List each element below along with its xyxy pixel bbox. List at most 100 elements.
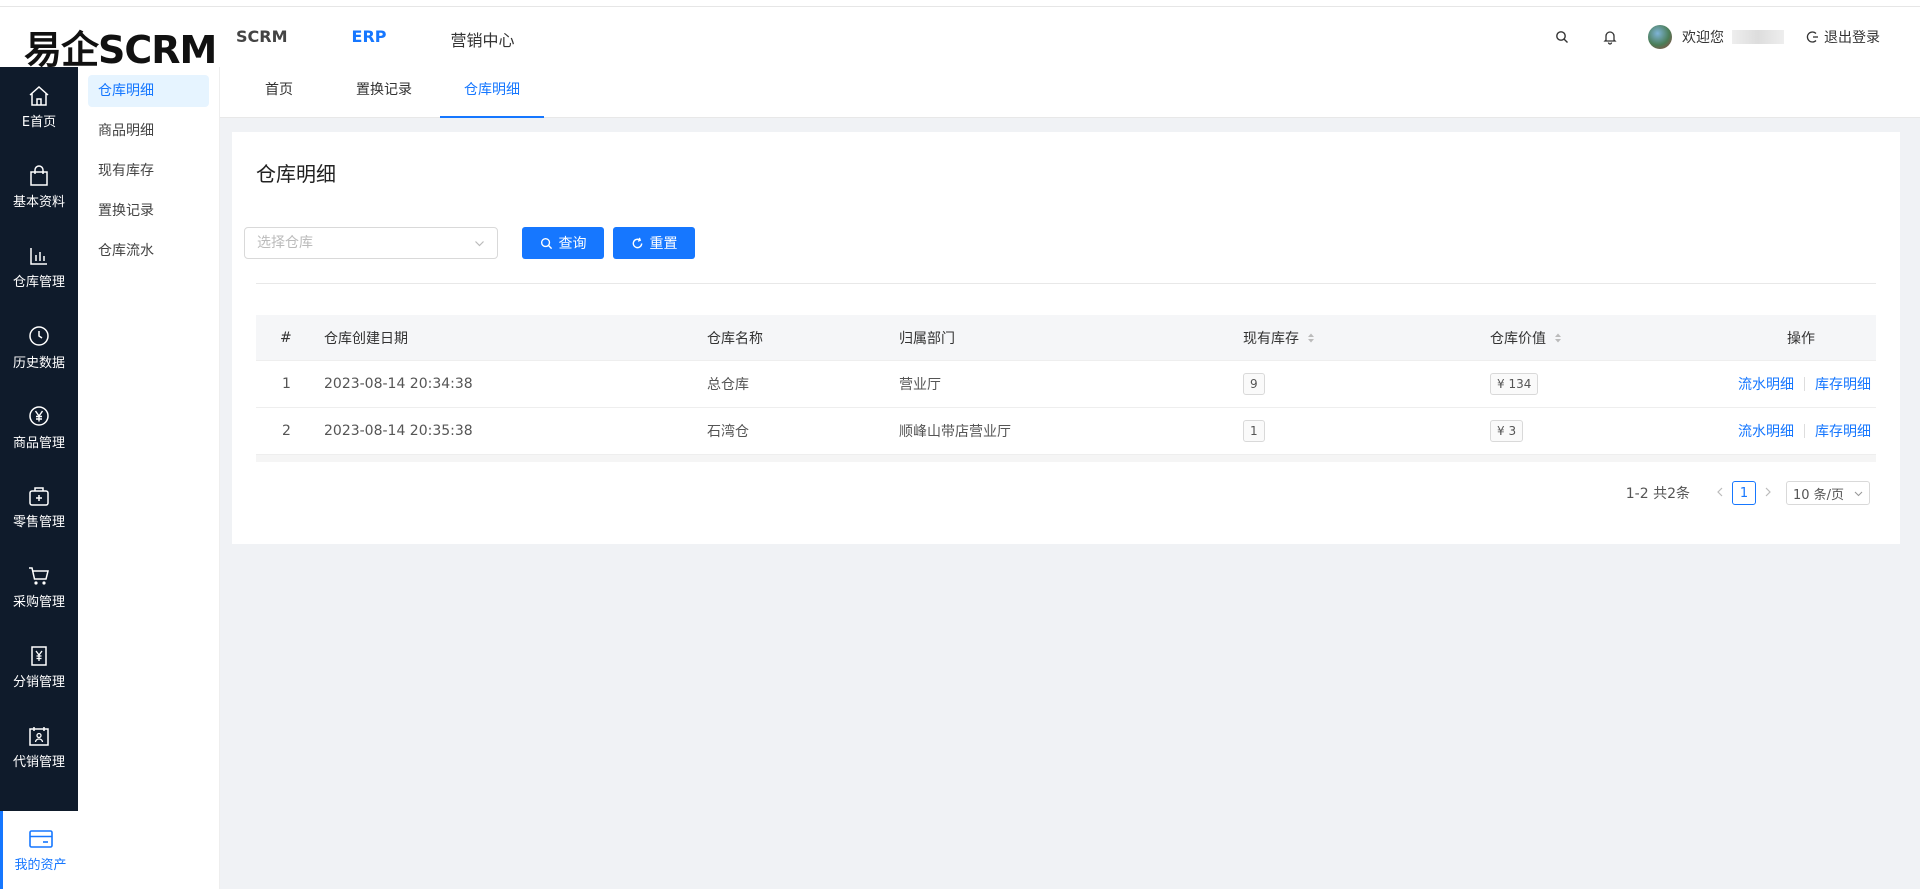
sidebar-item-purchase[interactable]: 采购管理 (0, 547, 78, 627)
row-actions: 流水明细 库存明细 (1738, 408, 1871, 454)
reload-icon (632, 237, 642, 248)
sidebar-item-products[interactable]: 商品管理 (0, 387, 78, 467)
tab-exchange-records[interactable]: 置换记录 (334, 67, 434, 118)
avatar[interactable] (1648, 25, 1672, 49)
warehouse-table: # 仓库创建日期 仓库名称 归属部门 现有库存 仓库价值 操作 1 2023-0… (256, 315, 1876, 462)
reset-button[interactable]: 重置 (613, 227, 695, 259)
stock-tag: 9 (1243, 373, 1265, 395)
sidebar-item-basic-data[interactable]: 基本资料 (0, 147, 78, 227)
yen-circle-icon (29, 405, 49, 426)
chevron-down-icon (475, 241, 484, 247)
sort-icon[interactable] (1307, 332, 1315, 344)
sidebar-item-consignment[interactable]: 代销管理 (0, 707, 78, 787)
topnav-erp[interactable]: ERP (352, 27, 387, 51)
submenu-current-stock[interactable]: 现有库存 (88, 155, 209, 187)
logout-icon (1806, 31, 1818, 43)
sidebar-item-label: 代销管理 (12, 754, 65, 770)
row-index: 2 (282, 423, 291, 439)
sidebar-item-retail[interactable]: 零售管理 (0, 467, 78, 547)
col-index: # (280, 329, 292, 346)
username-redacted (1732, 30, 1784, 44)
table-header: # 仓库创建日期 仓库名称 归属部门 现有库存 仓库价值 操作 (256, 315, 1876, 361)
calendar-person-icon (29, 726, 49, 746)
row-actions: 流水明细 库存明细 (1738, 361, 1871, 407)
row-index: 1 (282, 376, 291, 392)
sidebar-item-distribution[interactable]: 分销管理 (0, 627, 78, 707)
bag-icon (30, 164, 48, 186)
welcome-text: 欢迎您 (1682, 30, 1724, 46)
header-actions: 欢迎您 退出登录 (1552, 25, 1880, 49)
stock-detail-link[interactable]: 库存明细 (1815, 374, 1871, 394)
submenu-product-detail[interactable]: 商品明细 (88, 115, 209, 147)
cart-icon (29, 566, 49, 585)
submenu-warehouse-detail[interactable]: 仓库明细 (88, 75, 209, 107)
stock-tag: 1 (1243, 420, 1265, 442)
topnav-marketing[interactable]: 营销中心 (451, 27, 515, 51)
divider (1804, 424, 1805, 438)
row-create-date: 2023-08-14 20:34:38 (324, 376, 473, 392)
sidebar-item-home[interactable]: E首页 (0, 67, 78, 147)
next-page-button[interactable] (1764, 485, 1772, 501)
sidebar-item-history[interactable]: 历史数据 (0, 307, 78, 387)
pagination-total: 1-2 共2条 (1625, 486, 1690, 502)
tab-warehouse-detail[interactable]: 仓库明细 (440, 67, 544, 118)
page-tabs: 首页 置换记录 仓库明细 (220, 67, 1920, 118)
sidebar-item-label: 我的资产 (14, 857, 67, 873)
value-tag: ¥ 134 (1490, 373, 1539, 395)
query-button[interactable]: 查询 (522, 227, 604, 259)
page-title: 仓库明细 (256, 162, 336, 186)
clock-icon (29, 325, 49, 346)
bell-icon[interactable] (1600, 27, 1620, 47)
sidebar-item-label: 零售管理 (12, 514, 65, 530)
page-size-select[interactable]: 10 条/页 (1786, 481, 1870, 505)
submenu-exchange-records[interactable]: 置换记录 (88, 195, 209, 227)
table-row: 2 2023-08-14 20:35:38 石湾仓 顺峰山带店营业厅 1 ¥ 3… (256, 408, 1876, 455)
col-warehouse-value-label: 仓库价值 (1490, 330, 1546, 347)
prev-page-button[interactable] (1716, 485, 1724, 501)
warehouse-select[interactable]: 选择仓库 (244, 227, 498, 259)
sidebar-item-label: 采购管理 (12, 594, 65, 610)
sidebar-item-label: 商品管理 (12, 435, 65, 451)
row-warehouse-name: 石湾仓 (707, 424, 749, 440)
col-warehouse-value[interactable]: 仓库价值 (1490, 315, 1562, 360)
sidebar-item-warehouse[interactable]: 仓库管理 (0, 227, 78, 307)
sidebar-item-label: E首页 (21, 114, 57, 130)
reset-label: 重置 (649, 236, 678, 252)
col-current-stock[interactable]: 现有库存 (1243, 315, 1315, 360)
top-header: 易企SCRM SCRM ERP 营销中心 欢迎您 退出登录 (0, 7, 1920, 72)
col-actions: 操作 (1787, 330, 1815, 347)
search-icon[interactable] (1552, 27, 1572, 47)
row-create-date: 2023-08-14 20:35:38 (324, 423, 473, 439)
page-size-label: 10 条/页 (1793, 487, 1845, 503)
brand-logo: 易企SCRM (24, 28, 217, 72)
query-label: 查询 (558, 236, 587, 252)
sidebar-item-my-assets[interactable]: 我的资产 (0, 811, 78, 889)
select-placeholder: 选择仓库 (257, 235, 313, 251)
row-department: 顺峰山带店营业厅 (899, 424, 1011, 440)
flow-detail-link[interactable]: 流水明细 (1738, 374, 1794, 394)
shop-icon (29, 486, 49, 506)
stock-detail-link[interactable]: 库存明细 (1815, 421, 1871, 441)
sidebar-item-label: 历史数据 (12, 355, 65, 371)
col-current-stock-label: 现有库存 (1243, 330, 1299, 347)
submenu-warehouse-flow[interactable]: 仓库流水 (88, 235, 209, 267)
table-scrollbar[interactable] (256, 455, 1876, 462)
chevron-left-icon (1717, 487, 1723, 497)
top-nav: SCRM ERP 营销中心 (236, 27, 579, 51)
logout-button[interactable]: 退出登录 (1806, 27, 1880, 47)
chevron-right-icon (1765, 487, 1771, 497)
content-card: 仓库明细 选择仓库 查询 重置 # 仓库创建日期 仓库名称 归属部门 现有库存 … (232, 132, 1900, 544)
tab-home[interactable]: 首页 (244, 67, 314, 118)
search-icon (540, 237, 552, 249)
row-department: 营业厅 (899, 377, 941, 393)
chevron-down-icon (1854, 491, 1863, 496)
flow-detail-link[interactable]: 流水明细 (1738, 421, 1794, 441)
topnav-scrm[interactable]: SCRM (236, 27, 288, 51)
window-top-strip (0, 0, 1920, 7)
sort-icon[interactable] (1554, 332, 1562, 344)
col-create-date: 仓库创建日期 (324, 330, 408, 347)
sub-menu: 仓库明细 商品明细 现有库存 置换记录 仓库流水 (78, 67, 220, 889)
sidebar-item-label: 基本资料 (12, 194, 65, 210)
page-number-button[interactable]: 1 (1732, 481, 1756, 505)
pagination: 1-2 共2条 1 10 条/页 (1626, 481, 1870, 505)
